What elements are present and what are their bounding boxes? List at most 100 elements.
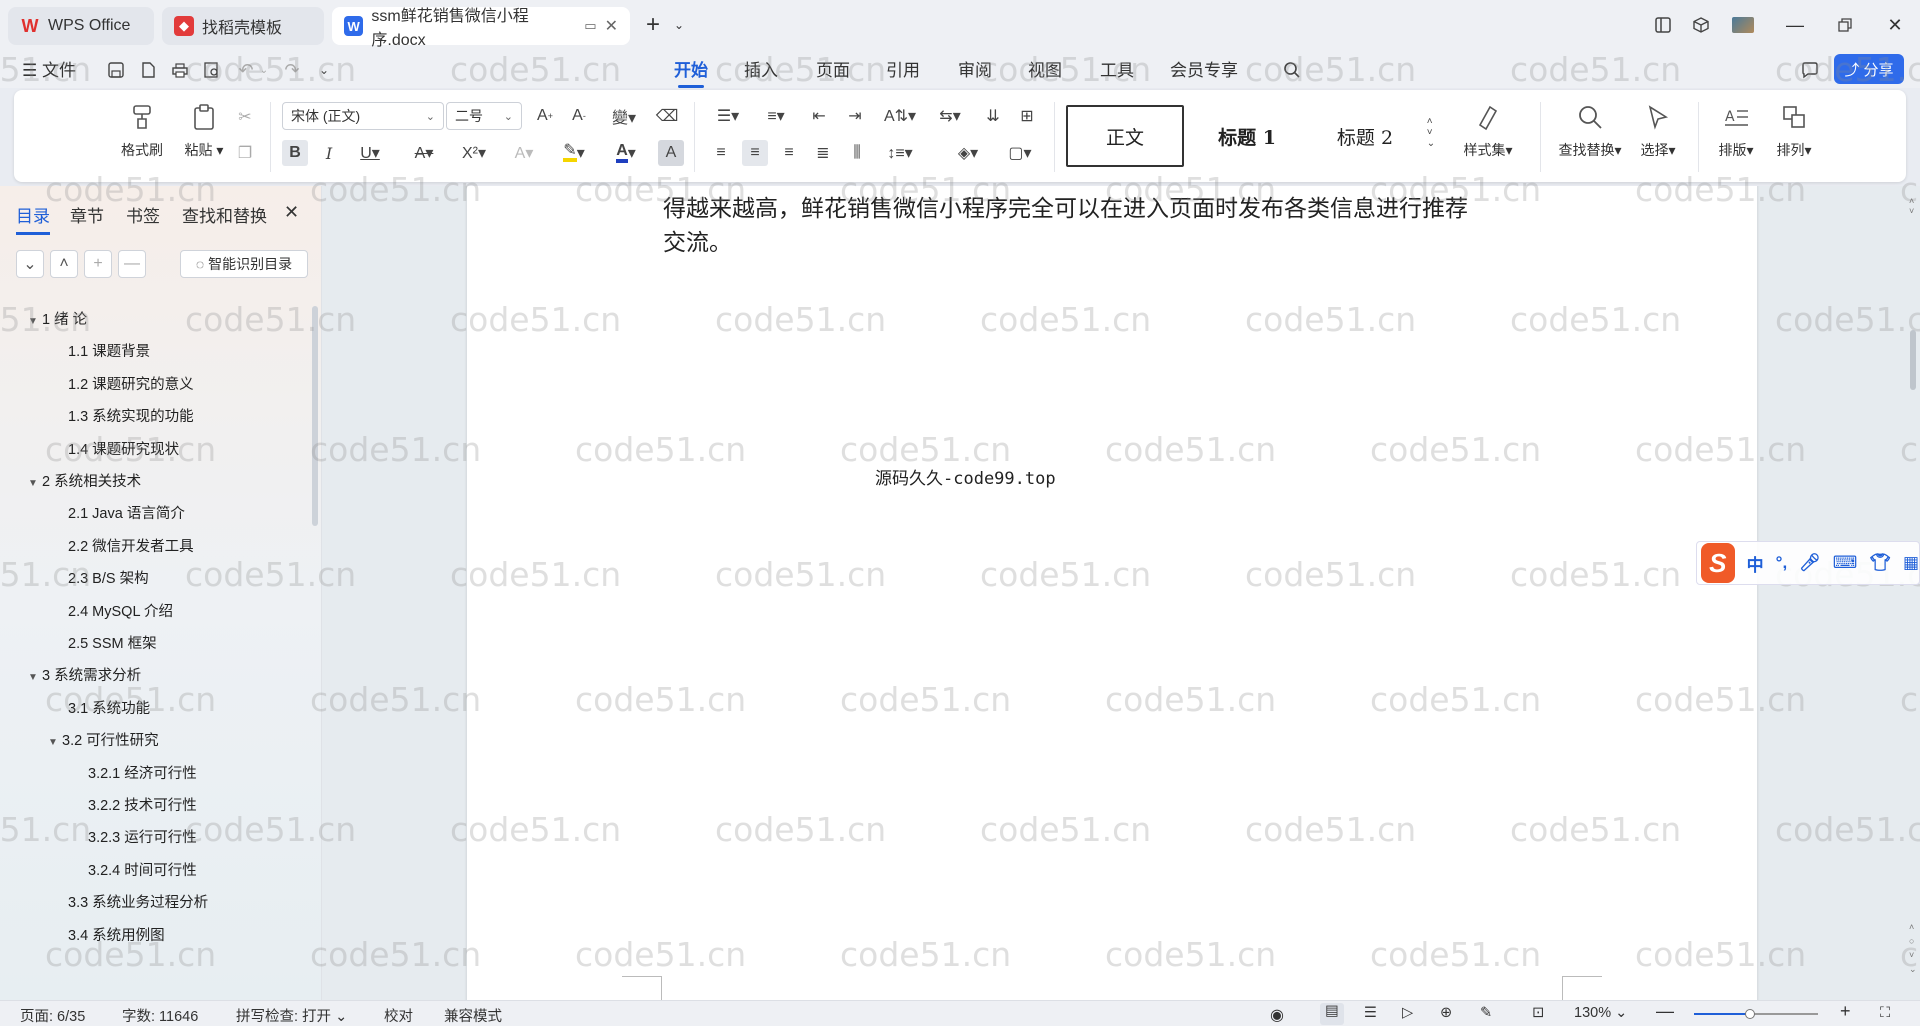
convert-button[interactable]: ⇆▾ xyxy=(930,103,970,129)
toc-item[interactable]: 1.4 课题研究现状 xyxy=(68,438,179,459)
select-button[interactable]: 选择▾ xyxy=(1628,100,1688,174)
highlight-button[interactable]: ✎ ▾ xyxy=(554,140,594,166)
arrange-button[interactable]: 排列▾ xyxy=(1766,100,1822,174)
text-direction-button[interactable]: A⇅▾ xyxy=(880,103,920,129)
bold-button[interactable]: B xyxy=(282,140,308,166)
toc-item[interactable]: ▼ 3 系统需求分析 xyxy=(28,664,141,685)
scrollbar[interactable] xyxy=(312,306,318,526)
outline-view-icon[interactable]: ☰ xyxy=(1364,1005,1377,1021)
tab-page[interactable]: 页面 xyxy=(816,58,850,84)
minimize-icon[interactable]: — xyxy=(1780,12,1810,38)
toc-item[interactable]: ▼ 1 绪 论 xyxy=(28,308,87,329)
numbered-list-button[interactable]: ≡▾ xyxy=(756,103,796,129)
tab-review[interactable]: 审阅 xyxy=(958,58,992,84)
sidebar-layout-icon[interactable] xyxy=(1648,12,1678,38)
shading-button[interactable]: ◈▾ xyxy=(948,140,988,166)
style-scroll-icon[interactable]: ˄ ˅ ⌄ xyxy=(1422,102,1440,162)
centered-text[interactable]: 源码久久-code99.top xyxy=(875,464,1056,489)
toc-item[interactable]: 3.2.1 经济可行性 xyxy=(88,762,197,783)
tab-docer[interactable]: ◆ 找稻壳模板 xyxy=(162,7,324,45)
show-marks-icon[interactable]: ⊞ xyxy=(1014,103,1040,129)
zoom-slider-knob[interactable] xyxy=(1744,1009,1755,1019)
font-name-select[interactable]: 宋体 (正文) ⌄ xyxy=(282,102,444,130)
expand-arrow-icon[interactable]: ▼ xyxy=(28,478,42,489)
toc-item[interactable]: 1.3 系统实现的功能 xyxy=(68,405,194,426)
scroll-up-icon[interactable]: ˄ xyxy=(1909,196,1914,206)
style-set-button[interactable]: 样式集▾ xyxy=(1446,100,1530,174)
bullet-list-button[interactable]: ☰▾ xyxy=(708,103,748,129)
zoom-slider[interactable] xyxy=(1694,1009,1818,1019)
text-effect-button[interactable]: A▾ xyxy=(506,140,542,166)
tab-tools[interactable]: 工具 xyxy=(1100,58,1134,84)
ime-toolbar[interactable]: S 中 °, 🎤︎ ⌨ 👕︎ ▦ xyxy=(1696,541,1920,585)
tab-find-replace[interactable]: 查找和替换 xyxy=(182,202,267,227)
tab-bookmarks[interactable]: 书签 xyxy=(126,202,160,227)
tab-insert[interactable]: 插入 xyxy=(744,58,778,84)
char-shading-button[interactable]: A xyxy=(658,140,684,166)
toc-item[interactable]: 2.5 SSM 框架 xyxy=(68,632,157,653)
underline-button[interactable]: U▾ xyxy=(352,140,388,166)
ime-chinese-mode[interactable]: 中 xyxy=(1747,551,1764,576)
toc-item[interactable]: 2.1 Java 语言简介 xyxy=(68,502,185,523)
expand-arrow-icon[interactable]: ▼ xyxy=(28,672,42,683)
toc-item[interactable]: 3.1 系统功能 xyxy=(68,697,150,718)
style-normal[interactable]: 正文 xyxy=(1066,105,1184,167)
align-right-icon[interactable]: ≡ xyxy=(776,140,802,166)
page-indicator[interactable]: 页面: 6/35 xyxy=(20,1005,85,1026)
layout-button[interactable]: A 排版▾ xyxy=(1708,100,1764,174)
smart-toc-button[interactable]: ◌ 智能识别目录 xyxy=(180,250,308,278)
toc-item[interactable]: ▼ 3.2 可行性研究 xyxy=(48,729,159,750)
document-scrollbar[interactable]: ˄ ˅ ˄ ○ ˅ ⌄ xyxy=(1907,190,1919,1000)
toc-item[interactable]: 1.2 课题研究的意义 xyxy=(68,373,194,394)
tab-home[interactable]: 开始 xyxy=(674,58,708,88)
border-button[interactable]: ▢▾ xyxy=(1000,140,1040,166)
avatar[interactable] xyxy=(1728,12,1758,38)
italic-button[interactable]: I xyxy=(316,140,342,166)
toc-item[interactable]: 1.1 课题背景 xyxy=(68,340,150,361)
document-page[interactable]: 得越来越高，鲜花销售微信小程序完全可以在进入页面时发布各类信息进行推荐 交流。 … xyxy=(467,186,1757,1000)
export-pdf-icon[interactable] xyxy=(136,58,160,82)
toc-item[interactable]: 2.4 MySQL 介绍 xyxy=(68,600,173,621)
spell-check[interactable]: 拼写检查: 打开 ⌄ xyxy=(236,1005,347,1026)
chat-icon[interactable] xyxy=(1798,58,1822,82)
style-heading1[interactable]: 标题 1 xyxy=(1192,105,1302,167)
save-icon[interactable] xyxy=(104,58,128,82)
scroll-page-icons[interactable]: ˄ ○ ˅ ⌄ xyxy=(1909,920,1917,976)
toc-item[interactable]: 3.2.2 技术可行性 xyxy=(88,794,197,815)
expand-arrow-icon[interactable]: ▼ xyxy=(48,737,62,748)
microphone-icon[interactable]: 🎤︎ xyxy=(1799,553,1821,573)
page-view-icon[interactable]: ▤ xyxy=(1320,1003,1344,1025)
fit-width-icon[interactable]: ⊡ xyxy=(1532,1005,1544,1021)
zoom-level[interactable]: 130% ⌄ xyxy=(1574,1005,1627,1021)
superscript-button[interactable]: X²▾ xyxy=(454,140,494,166)
collapse-all-icon[interactable]: ⌄ xyxy=(16,250,44,278)
keyboard-icon[interactable]: ⌨ xyxy=(1833,553,1858,573)
eye-icon[interactable]: ◉ xyxy=(1270,1005,1284,1025)
expand-arrow-icon[interactable]: ▼ xyxy=(28,316,42,327)
tab-references[interactable]: 引用 xyxy=(886,58,920,84)
proofread[interactable]: 校对 xyxy=(384,1005,413,1026)
increase-indent-icon[interactable]: ⇥ xyxy=(842,103,868,129)
toc-item[interactable]: 2.2 微信开发者工具 xyxy=(68,535,194,556)
find-replace-button[interactable]: 查找替换▾ xyxy=(1552,100,1628,174)
pen-icon[interactable]: ✎ xyxy=(1480,1005,1492,1021)
scroll-thumb[interactable] xyxy=(1910,330,1916,390)
tab-view[interactable]: 视图 xyxy=(1028,58,1062,84)
tab-document[interactable]: W ssm鲜花销售微信小程序.docx ▭ ✕ xyxy=(332,7,630,49)
distribute-icon[interactable]: ⫼ xyxy=(844,140,870,166)
paragraph-line[interactable]: 交流。 xyxy=(663,226,732,260)
toc-item[interactable]: 3.2.3 运行可行性 xyxy=(88,826,197,847)
toc-item[interactable]: ▼ 2 系统相关技术 xyxy=(28,470,141,491)
paste-button[interactable]: 粘贴 ▾ xyxy=(174,100,234,174)
toc-item[interactable]: 3.3 系统业务过程分析 xyxy=(68,891,208,912)
phonetic-guide-icon[interactable]: 變▾ xyxy=(604,103,644,129)
add-heading-icon[interactable]: + xyxy=(84,250,112,278)
word-count[interactable]: 字数: 11646 xyxy=(122,1005,198,1026)
clear-format-icon[interactable]: ⌫ xyxy=(654,103,680,129)
print-icon[interactable] xyxy=(168,58,192,82)
align-left-icon[interactable]: ≡ xyxy=(708,140,734,166)
font-color-button[interactable]: A ▾ xyxy=(606,140,646,166)
toc-item[interactable]: 3.2.4 时间可行性 xyxy=(88,859,197,880)
justify-icon[interactable]: ≣ xyxy=(810,140,836,166)
restore-icon[interactable] xyxy=(1830,12,1860,38)
